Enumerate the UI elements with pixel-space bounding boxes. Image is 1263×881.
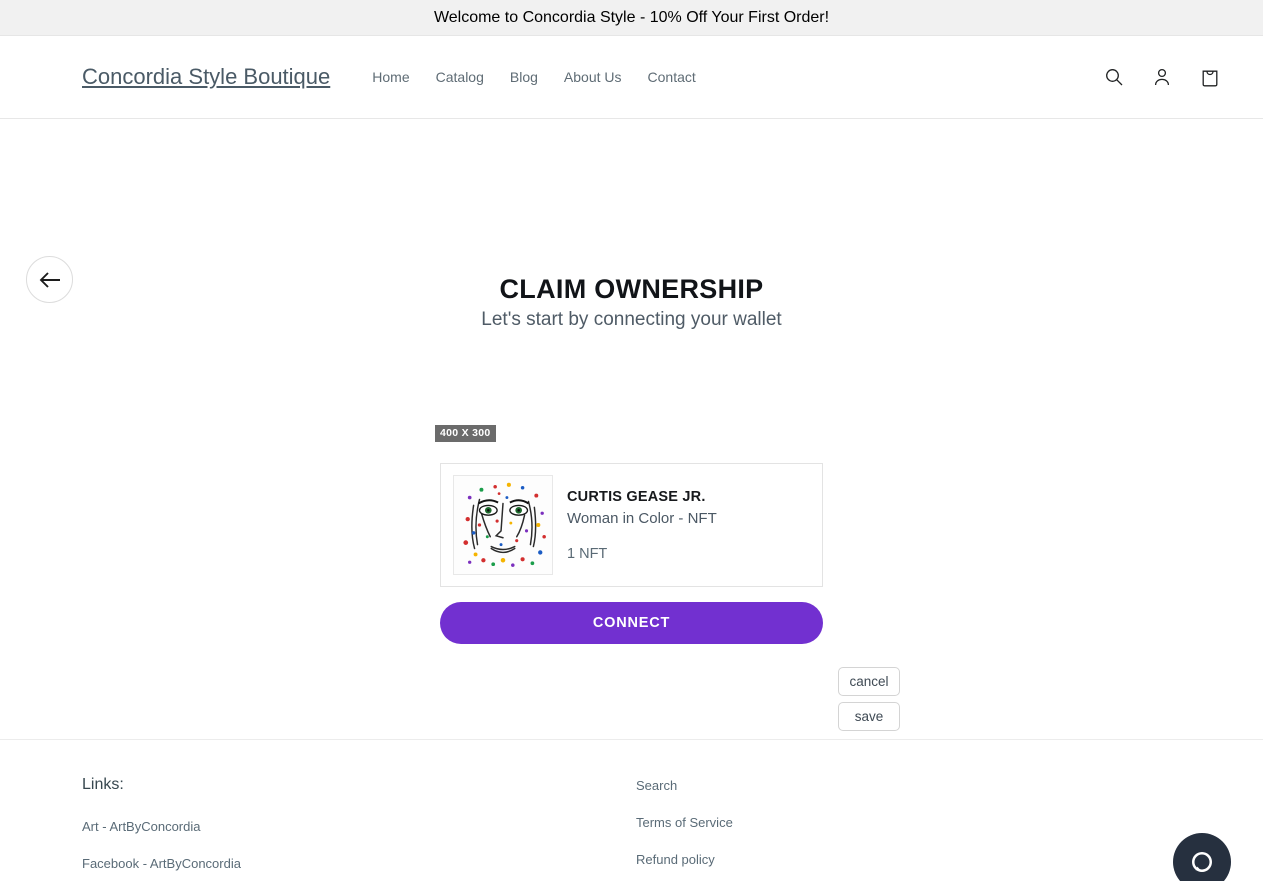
footer-column-links: Links: Art - ArtByConcordia Facebook - A… [82,776,636,881]
search-icon[interactable] [1101,64,1127,90]
footer-link-art[interactable]: Art - ArtByConcordia [82,819,636,834]
footer-link-refund-policy[interactable]: Refund policy [636,852,733,867]
page-title: CLAIM OWNERSHIP [499,274,764,304]
cart-icon[interactable] [1197,64,1223,90]
site-header: Concordia Style Boutique Home Catalog Bl… [0,36,1263,119]
account-icon[interactable] [1149,64,1175,90]
nav-item-catalog[interactable]: Catalog [436,69,484,85]
nft-artwork-thumbnail [453,475,553,575]
image-size-badge: 400 X 300 [435,425,496,442]
page-subtitle: Let's start by connecting your wallet [481,309,782,330]
claim-ownership-section: CLAIM OWNERSHIP Let's start by connectin… [0,274,1263,331]
nav-item-contact[interactable]: Contact [648,69,696,85]
connect-wallet-button[interactable]: CONNECT [440,602,823,644]
nft-title: Woman in Color - NFT [567,509,717,527]
nft-details: CURTIS GEASE JR. Woman in Color - NFT 1 … [567,489,717,562]
footer-heading: Links: [82,776,124,793]
nav-item-blog[interactable]: Blog [510,69,538,85]
header-icon-group [1101,64,1223,90]
footer-column-policies: Search Terms of Service Refund policy [636,776,733,881]
nft-count: 1 NFT [567,545,608,562]
nft-artist-name: CURTIS GEASE JR. [567,488,706,505]
announcement-bar: Welcome to Concordia Style - 10% Off You… [0,0,1263,36]
chat-bubble-icon[interactable] [1173,833,1231,881]
main-navigation: Home Catalog Blog About Us Contact [372,69,696,85]
nav-item-about-us[interactable]: About Us [564,69,622,85]
cancel-button[interactable]: cancel [838,667,900,696]
save-button[interactable]: save [838,702,900,731]
announcement-text: Welcome to Concordia Style - 10% Off You… [433,8,830,26]
site-logo[interactable]: Concordia Style Boutique [82,64,330,90]
footer-link-facebook[interactable]: Facebook - ArtByConcordia [82,856,636,871]
site-footer: Links: Art - ArtByConcordia Facebook - A… [0,739,1263,881]
main-content: CLAIM OWNERSHIP Let's start by connectin… [0,119,1263,739]
nav-item-home[interactable]: Home [372,69,409,85]
nft-card[interactable]: CURTIS GEASE JR. Woman in Color - NFT 1 … [440,463,823,587]
action-button-group: cancel save [838,667,900,731]
footer-link-terms-of-service[interactable]: Terms of Service [636,815,733,830]
footer-link-search[interactable]: Search [636,778,733,793]
